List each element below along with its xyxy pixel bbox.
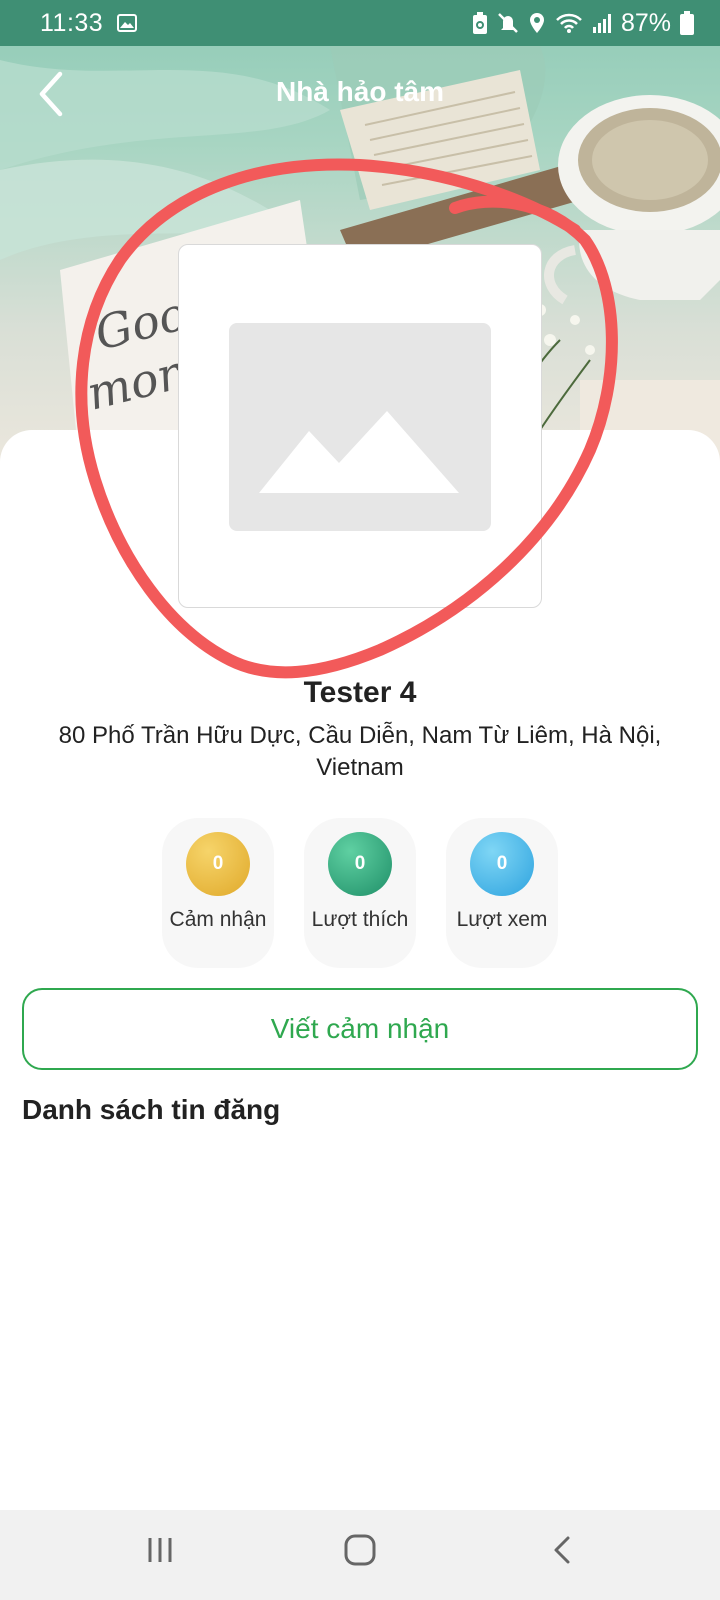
stat-reviews[interactable]: 0 Cảm nhận bbox=[162, 818, 274, 968]
likes-label: Lượt thích bbox=[311, 908, 409, 931]
views-count: 0 bbox=[470, 832, 534, 896]
battery-icon bbox=[680, 11, 694, 35]
system-back-button[interactable] bbox=[532, 1530, 592, 1580]
likes-count: 0 bbox=[328, 832, 392, 896]
status-bar: 11:33 87% bbox=[0, 0, 720, 46]
battery-saver-icon bbox=[472, 12, 487, 34]
reviews-count: 0 bbox=[186, 832, 250, 896]
signal-icon bbox=[592, 14, 611, 33]
profile-name: Tester 4 bbox=[303, 676, 417, 709]
recent-apps-icon bbox=[148, 1538, 172, 1562]
write-review-button[interactable]: Viết cảm nhận bbox=[22, 988, 698, 1070]
avatar[interactable] bbox=[178, 244, 542, 608]
home-icon bbox=[344, 1534, 376, 1566]
location-icon bbox=[529, 13, 544, 33]
status-time: 11:33 bbox=[40, 8, 104, 37]
mute-icon bbox=[498, 13, 518, 33]
battery-percent: 87% bbox=[620, 8, 671, 37]
stat-views[interactable]: 0 Lượt xem bbox=[446, 818, 558, 968]
wifi-icon bbox=[556, 13, 582, 33]
profile-address: 80 Phố Trần Hữu Dực, Cầu Diễn, Nam Từ Li… bbox=[58, 722, 662, 781]
reviews-label: Cảm nhận bbox=[169, 908, 267, 931]
views-label: Lượt xem bbox=[456, 908, 548, 931]
back-icon bbox=[554, 1536, 570, 1564]
page-title: Nhà hảo tâm bbox=[275, 76, 445, 107]
stat-likes[interactable]: 0 Lượt thích bbox=[304, 818, 416, 968]
posts-section-title: Danh sách tin đăng bbox=[22, 1094, 281, 1125]
status-icons: 87% bbox=[472, 9, 694, 38]
image-placeholder-icon bbox=[229, 323, 491, 531]
system-nav-bar bbox=[0, 1510, 720, 1600]
home-button[interactable] bbox=[330, 1530, 390, 1580]
image-icon bbox=[117, 14, 138, 32]
mountain-icon bbox=[259, 411, 459, 493]
recent-apps-button[interactable] bbox=[130, 1530, 190, 1580]
